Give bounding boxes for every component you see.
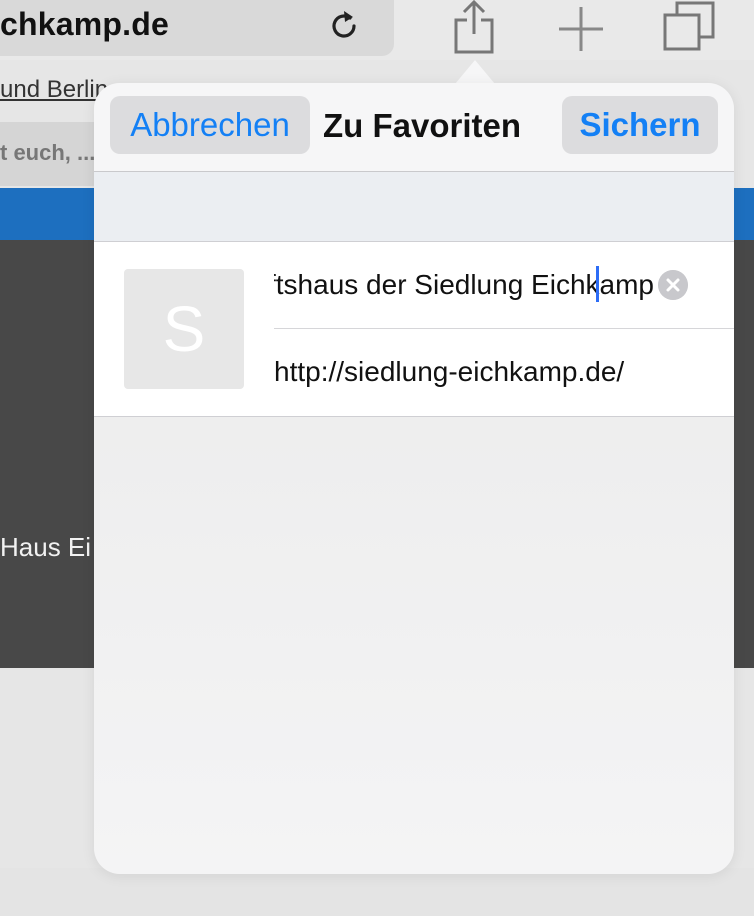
popover-arrow <box>455 60 495 84</box>
url-value: http://siedlung-eichkamp.de/ <box>274 356 625 387</box>
page-snippet: t euch, ... <box>0 140 96 165</box>
share-icon[interactable] <box>450 0 498 54</box>
section-spacer <box>94 172 734 242</box>
url-field: http://siedlung-eichkamp.de/ <box>274 329 734 415</box>
address-bar[interactable]: chkamp.de <box>0 0 394 56</box>
cancel-button[interactable]: Abbrechen <box>110 96 310 154</box>
thumbnail-letter: S <box>162 293 206 365</box>
reload-icon[interactable] <box>326 8 362 44</box>
site-thumbnail: S <box>124 269 244 389</box>
favorite-form: S Siedlung Eichkamp - Das Gemeinschaftsh… <box>94 242 734 417</box>
address-text: chkamp.de <box>0 6 169 42</box>
browser-toolbar: chkamp.de <box>0 0 754 60</box>
save-button[interactable]: Sichern <box>562 96 718 154</box>
plus-icon[interactable] <box>556 4 606 54</box>
hero-text: Haus Ei <box>0 532 92 562</box>
tabs-icon[interactable] <box>662 0 716 54</box>
bottom-strip <box>0 868 754 916</box>
popover-header: Abbrechen Zu Favoriten Sichern <box>94 83 734 172</box>
clear-icon[interactable] <box>658 270 688 300</box>
add-favorite-popover: Abbrechen Zu Favoriten Sichern S Siedlun… <box>94 83 734 874</box>
text-caret <box>596 266 599 302</box>
title-field[interactable]: Siedlung Eichkamp - Das Gemeinschaftshau… <box>274 242 734 329</box>
popover-title: Zu Favoriten <box>323 107 522 144</box>
